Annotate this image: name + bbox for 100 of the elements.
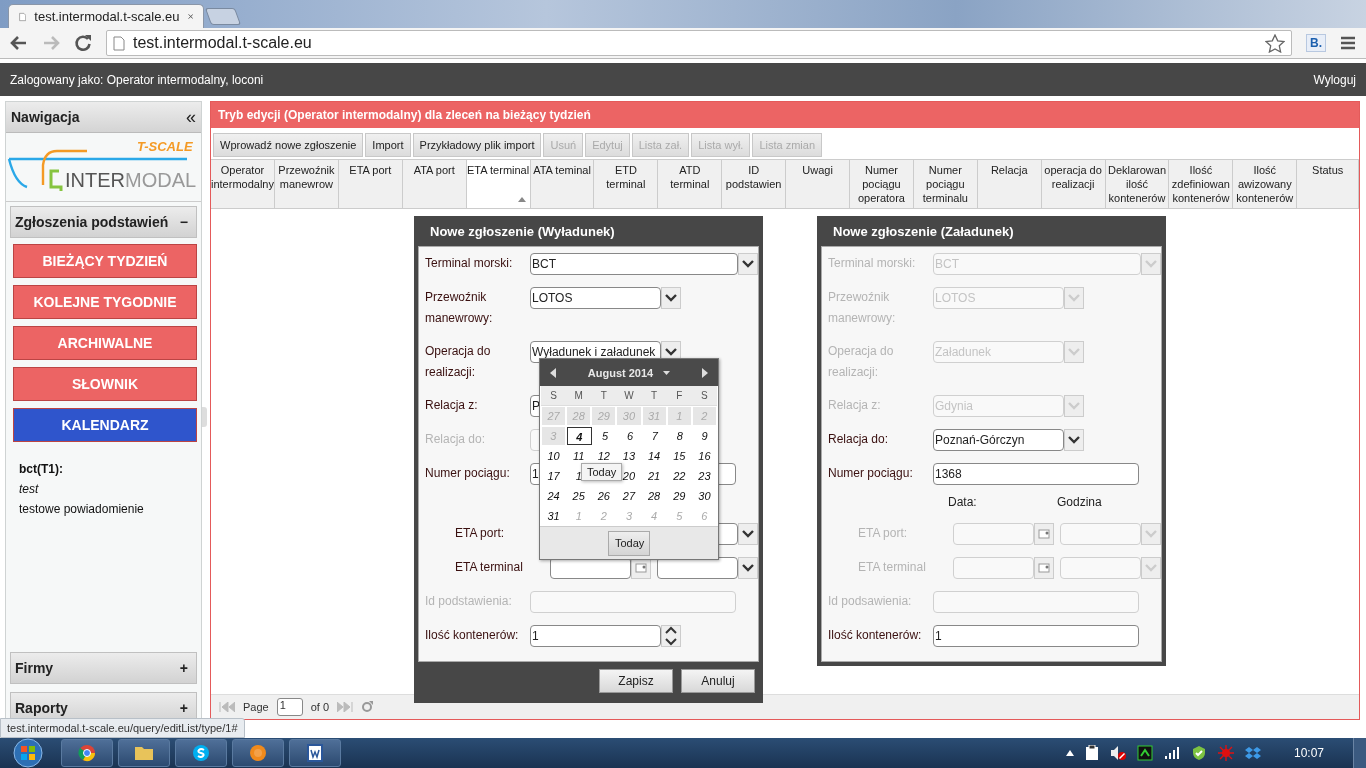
page-input[interactable]: 1 [276,698,303,716]
calendar-day[interactable]: 21 [642,467,666,485]
section-header[interactable]: Zgłoszenia podstawień − [10,206,197,238]
previous-month-icon[interactable] [550,367,556,378]
section-header[interactable]: Firmy + [10,652,197,684]
date-field[interactable] [953,557,1034,579]
calendar-day[interactable]: 11 [567,447,591,465]
muted-speaker-icon[interactable] [1109,745,1126,761]
column-header[interactable]: ETD terminal [594,160,659,208]
new-tab-button[interactable] [204,8,242,25]
calendar-day[interactable]: 12 [592,447,616,465]
dropdown-icon[interactable] [738,557,758,579]
column-header[interactable]: ETA port [338,160,403,208]
clipboard-icon[interactable] [1084,745,1099,761]
calendar-day[interactable]: 7 [643,427,667,445]
column-header[interactable]: Operator intermodalny [211,160,275,208]
column-header[interactable]: ATA teminal [530,160,595,208]
toggle-button[interactable]: + [179,700,188,716]
calendar-day[interactable]: 31 [542,507,566,525]
column-header[interactable]: Deklarowan ilość kontenerów [1105,160,1170,208]
calendar-day[interactable]: 4 [566,427,592,445]
date-field[interactable] [953,523,1034,545]
taskbar-item[interactable] [118,739,170,767]
column-header[interactable]: ATA port [402,160,467,208]
column-header[interactable]: Numer pociągu terminalu [913,160,978,208]
refresh-icon[interactable] [361,701,374,713]
select-field[interactable]: BCT [530,253,738,275]
column-header[interactable]: Ilość zdefiniowan kontenerów [1169,160,1234,208]
dropdown-icon[interactable] [738,523,758,545]
column-header[interactable]: Przewoźnik manewrow [275,160,339,208]
extension-button[interactable]: B. [1306,34,1326,52]
taskbar-item[interactable] [289,739,341,767]
dialog-button[interactable]: Zapisz [599,668,673,693]
dropdown-icon[interactable] [738,253,758,275]
calendar-day[interactable]: 8 [668,427,692,445]
toggle-button[interactable]: − [179,214,188,230]
column-header[interactable]: Uwagi [786,160,850,208]
column-header[interactable]: operacja do realizacji [1041,160,1106,208]
taskbar-item[interactable] [175,739,227,767]
column-header[interactable]: ID podstawien [722,160,787,208]
column-header[interactable]: Numer pociągu operatora [850,160,914,208]
calendar-day[interactable]: 6 [618,427,642,445]
text-field[interactable]: 1 [933,625,1139,647]
column-header[interactable]: Ilość awizowany kontenerów [1233,160,1298,208]
address-bar[interactable]: test.intermodal.t-scale.eu [106,30,1292,56]
number-field[interactable]: 1 [530,625,661,647]
box-icon[interactable] [1244,745,1261,761]
select-field[interactable]: LOTOS [530,287,661,309]
calendar-day[interactable]: 5 [593,427,617,445]
calendar-day[interactable]: 25 [567,487,591,505]
month-title[interactable]: August 2014 [587,366,654,379]
calendar-day[interactable]: 23 [692,467,716,485]
calendar-day[interactable]: 15 [667,447,691,465]
resize-handle[interactable] [202,407,207,427]
taskbar-item[interactable] [61,739,113,767]
column-header[interactable]: Relacja [977,160,1042,208]
text-field[interactable]: 1368 [933,463,1139,485]
menu-icon[interactable] [1340,36,1356,50]
toolbar-button[interactable]: Przykładowy plik import [412,133,542,157]
collapse-button[interactable]: « [186,106,196,128]
column-header[interactable]: ATD terminal [658,160,723,208]
reload-icon[interactable] [74,34,92,52]
tray-app-icon[interactable] [1136,745,1153,761]
dropdown-icon[interactable] [1064,429,1084,451]
today-button[interactable]: Today [608,530,650,556]
show-hidden-icon[interactable] [1065,750,1074,756]
dialog-button[interactable]: Anuluj [681,668,755,693]
calendar-day[interactable]: 17 [542,467,566,485]
calendar-day[interactable]: 13 [617,447,641,465]
taskbar-item[interactable] [232,739,284,767]
calendar-day[interactable]: 22 [667,467,691,485]
calendar-day[interactable]: 30 [692,487,716,505]
signal-icon[interactable] [1163,746,1180,760]
column-header[interactable]: ETA terminal [466,160,531,208]
toolbar-button[interactable]: Import [365,133,411,157]
next-month-icon[interactable] [702,367,708,378]
spinner-icon[interactable] [661,625,681,647]
calendar-day[interactable]: 9 [693,427,716,445]
calendar-day[interactable]: 14 [642,447,666,465]
calendar-day[interactable]: 16 [692,447,716,465]
dropdown-icon[interactable] [661,287,681,309]
shield-icon[interactable] [1190,745,1207,761]
close-icon[interactable] [187,12,193,21]
calendar-day[interactable]: 27 [617,487,641,505]
toolbar-button[interactable]: Wprowadź nowe zgłoszenie [213,133,364,157]
calendar-day[interactable]: 26 [592,487,616,505]
calendar-day[interactable]: 24 [542,487,566,505]
calendar-day[interactable]: 28 [642,487,666,505]
star-icon[interactable] [1265,33,1285,53]
calendar-day[interactable]: 29 [667,487,691,505]
nav-button[interactable]: KALENDARZ [13,408,197,442]
browser-tab[interactable]: test.intermodal.t-scale.eu [8,4,204,28]
calendar-day[interactable]: 10 [542,447,566,465]
toggle-button[interactable]: + [179,660,188,676]
select-field[interactable]: Poznań-Górczyn [933,429,1064,451]
column-header[interactable]: Status [1297,160,1360,208]
logout-link[interactable]: Wyloguj [1313,72,1356,87]
caret-icon[interactable] [663,370,671,375]
bug-icon[interactable] [1217,745,1234,761]
back-icon[interactable] [10,35,28,51]
